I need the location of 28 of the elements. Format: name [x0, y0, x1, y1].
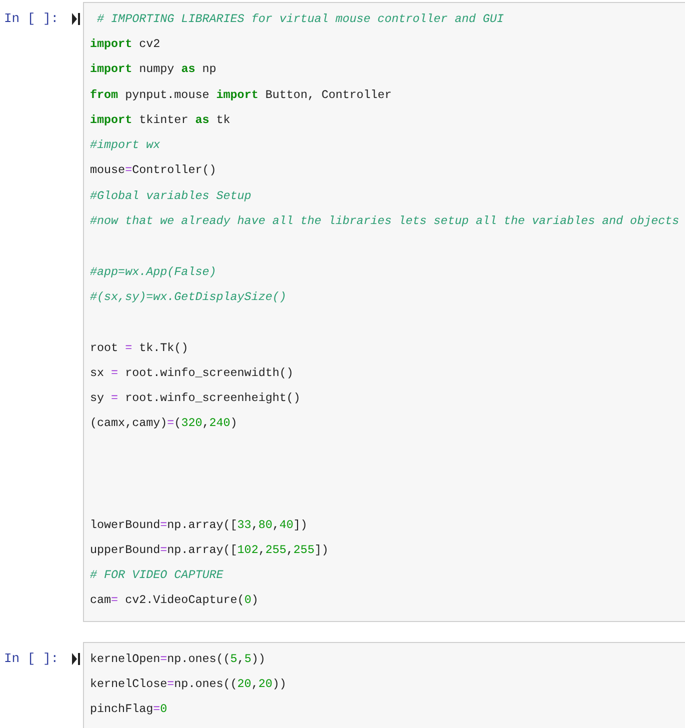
code-cell[interactable]: kernelOpen=np.ones((5,5)) kernelClose=np.ones((20,20)) pinchFlag=0 — [83, 642, 685, 728]
code-line: lowerBound=np.array([33,80,40]) — [90, 518, 308, 532]
code-line: (camx,camy)=(320,240) — [90, 416, 238, 430]
code-line: # IMPORTING LIBRARIES for virtual mouse controller and GUI — [96, 12, 504, 26]
code-line: kernelOpen=np.ones((5,5)) — [90, 652, 266, 666]
code-line: # FOR VIDEO CAPTURE — [90, 568, 224, 582]
code-line: #(sx,sy)=wx.GetDisplaySize() — [90, 290, 286, 304]
code-line: import tkinter as tk — [90, 112, 230, 127]
code-line: import numpy as np — [90, 62, 216, 76]
code-line: kernelClose=np.ones((20,20)) — [90, 677, 286, 692]
run-cell-icon[interactable] — [70, 12, 81, 26]
code-cell[interactable] — [83, 2, 685, 622]
code-line: sy = root.winfo_screenheight() — [90, 391, 300, 406]
code-line: from pynput.mouse import Button, Controller — [90, 88, 392, 102]
cell-prompt: In [ ]: — [4, 651, 59, 666]
code-line: root = tk.Tk() — [90, 340, 188, 354]
code-line: #Global variables Setup — [90, 188, 252, 203]
run-cell-icon[interactable] — [70, 652, 81, 666]
code-line: import cv2 — [90, 36, 160, 51]
code-line: cam= cv2.VideoCapture(0) — [90, 593, 258, 608]
code-line: upperBound=np.array([102,255,255]) — [90, 542, 328, 557]
code-line: pinchFlag=0 — [90, 702, 168, 716]
code-line: mouse=Controller() — [90, 163, 216, 178]
code-line: #import wx — [90, 138, 160, 152]
code-line: #now that we already have all the libraries lets setup all the variables and objects — [90, 214, 680, 228]
code-line: #app=wx.App(False) — [90, 264, 216, 279]
cell-prompt: In [ ]: — [4, 11, 59, 26]
code-line: sx = root.winfo_screenwidth() — [90, 366, 294, 380]
